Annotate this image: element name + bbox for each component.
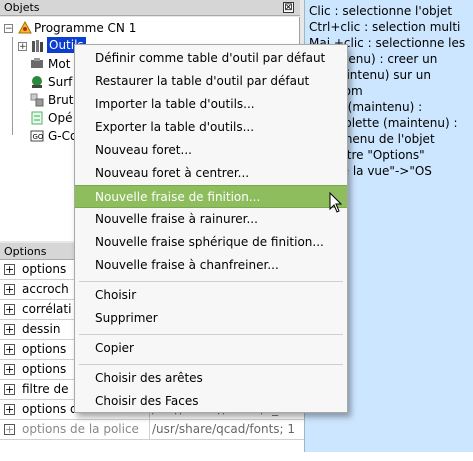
expand-icon[interactable]: +: [4, 304, 15, 315]
menu-item-new-drill[interactable]: Nouveau foret...: [75, 139, 347, 162]
cnc-program-icon: [18, 21, 32, 34]
menu-item-new-chamfer-mill[interactable]: Nouvelle fraise à chanfreiner...: [75, 254, 347, 277]
menu-item-new-center-drill[interactable]: Nouveau foret à centrer...: [75, 162, 347, 185]
option-value: /usr/share/qcad/fonts; 1: [152, 422, 296, 436]
menu-item-set-default-tool-table[interactable]: Définir comme table d'outil par défaut: [75, 47, 347, 70]
menu-item-choose-edges[interactable]: Choisir des arêtes: [75, 367, 347, 390]
expand-icon[interactable]: +: [4, 384, 15, 395]
expand-icon[interactable]: +: [18, 42, 27, 52]
option-name: options de la police: [22, 422, 139, 436]
menu-item-new-ball-finishing-mill[interactable]: Nouvelle fraise sphérique de finition...: [75, 231, 347, 254]
stock-icon: [30, 93, 44, 107]
tree-root-label: Programme CN 1: [34, 21, 137, 35]
options-panel-title: Options: [4, 245, 47, 258]
objets-panel-title: Objets: [4, 1, 40, 14]
tree-item-gcode[interactable]: GO G-Co: [30, 127, 80, 145]
menu-item-import-tool-table[interactable]: Importer la table d'outils...: [75, 93, 347, 116]
tools-icon: [32, 40, 43, 52]
menu-item-copy[interactable]: Copier: [75, 337, 347, 360]
tree-item-ope[interactable]: Opé: [30, 109, 80, 127]
svg-text:GO: GO: [33, 133, 44, 141]
tree-item-surf[interactable]: Surf: [30, 73, 80, 91]
surface-icon: [32, 76, 42, 88]
collapse-icon[interactable]: −: [4, 24, 13, 34]
menu-item-export-tool-table[interactable]: Exporter la table d'outils...: [75, 116, 347, 139]
tree-item-label: G-Co: [48, 129, 78, 143]
menu-item-new-slot-mill[interactable]: Nouvelle fraise à rainurer...: [75, 208, 347, 231]
help-text-line: Clic : selectionne l'objet: [309, 4, 453, 18]
expand-icon[interactable]: +: [4, 324, 15, 335]
menu-item-choose[interactable]: Choisir: [75, 284, 347, 307]
engine-icon: [31, 58, 43, 68]
mouse-pointer-icon: [329, 192, 343, 213]
tree-connector: [12, 37, 13, 135]
gcode-icon: GO: [30, 130, 44, 142]
menu-separator: [79, 281, 343, 282]
menu-item-restore-default-tool-table[interactable]: Restaurer la table d'outil par défaut: [75, 70, 347, 93]
objets-panel-header: Objets ⊠: [0, 0, 300, 16]
menu-item-delete[interactable]: Supprimer: [75, 307, 347, 330]
tree-item-mot[interactable]: Mot: [30, 55, 80, 73]
tree-item-brut[interactable]: Brut: [30, 91, 80, 109]
tree-item-label: Brut: [48, 93, 74, 107]
column-divider: [149, 420, 150, 440]
help-text-line: Ctrl+clic : selection multi: [309, 20, 461, 34]
expand-icon[interactable]: +: [4, 284, 15, 295]
close-icon[interactable]: ⊠: [283, 2, 294, 13]
table-row[interactable]: + options de la police /usr/share/qcad/f…: [0, 420, 304, 440]
menu-separator: [79, 334, 343, 335]
expand-icon[interactable]: +: [4, 264, 15, 275]
expand-icon[interactable]: +: [4, 364, 15, 375]
expand-icon[interactable]: +: [4, 344, 15, 355]
context-menu: Définir comme table d'outil par défaut R…: [74, 44, 348, 413]
menu-item-new-finishing-mill[interactable]: Nouvelle fraise de finition...: [75, 185, 347, 208]
expand-icon[interactable]: +: [4, 404, 15, 415]
menu-item-choose-faces[interactable]: Choisir des Faces: [75, 390, 347, 413]
tree-item-label: Surf: [48, 75, 73, 89]
expand-icon[interactable]: +: [4, 424, 15, 435]
operations-icon: [31, 111, 43, 125]
tree-item-label: Mot: [48, 57, 71, 71]
tree-root-row[interactable]: − Programme CN 1: [2, 19, 162, 37]
tree-item-label: Opé: [48, 111, 73, 125]
menu-separator: [79, 364, 343, 365]
